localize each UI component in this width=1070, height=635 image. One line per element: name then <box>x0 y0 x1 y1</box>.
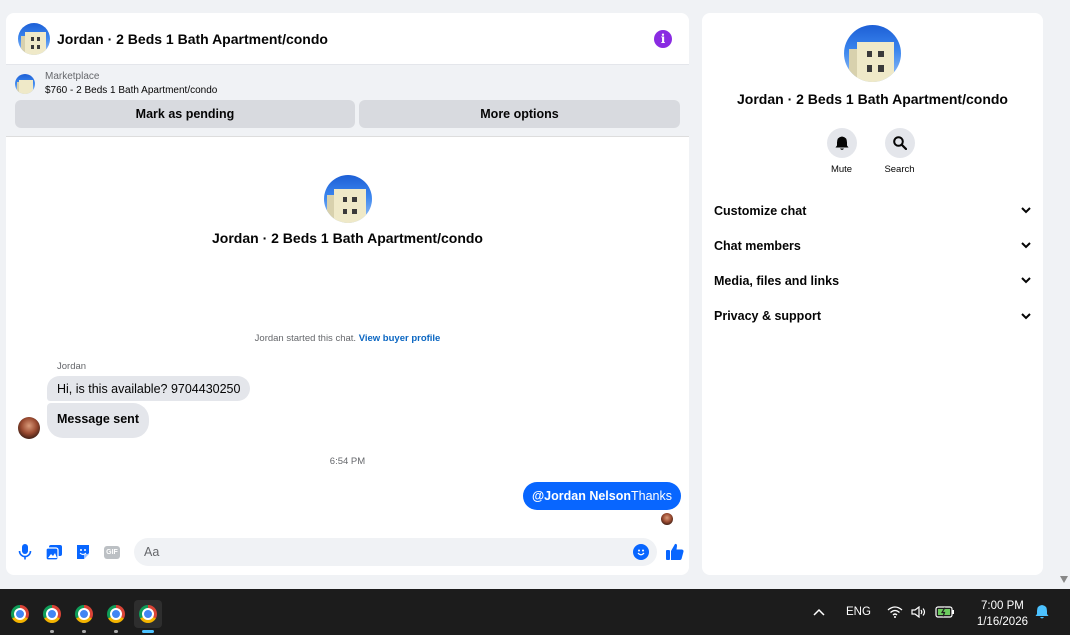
thumbs-up-icon[interactable] <box>665 542 685 562</box>
details-sections: Customize chat Chat members Media, files… <box>714 193 1031 334</box>
chat-title[interactable]: Jordan · 2 Beds 1 Bath Apartment/condo <box>57 31 654 47</box>
chat-started-text: Jordan started this chat. <box>254 333 357 344</box>
outgoing-message-text: Thanks <box>631 489 672 503</box>
search-button[interactable]: Search <box>884 128 915 175</box>
chevron-down-icon <box>1021 207 1031 214</box>
chat-header: Jordan · 2 Beds 1 Bath Apartment/condo i <box>6 13 689 65</box>
section-media-files-links[interactable]: Media, files and links <box>714 263 1031 298</box>
taskbar-chrome-app[interactable] <box>38 600 66 633</box>
listing-title[interactable]: $760 - 2 Beds 1 Bath Apartment/condo <box>45 85 217 96</box>
volume-icon[interactable] <box>911 589 927 635</box>
sticker-icon[interactable] <box>74 543 92 561</box>
scroll-down-arrow-icon[interactable] <box>1060 576 1068 583</box>
chat-started-notice: Jordan started this chat. View buyer pro… <box>6 333 689 344</box>
message-thread: Jordan · 2 Beds 1 Bath Apartment/condo J… <box>6 143 689 535</box>
info-icon[interactable]: i <box>654 29 672 48</box>
chevron-down-icon <box>1021 242 1031 249</box>
marketplace-label: Marketplace <box>45 71 100 82</box>
taskbar: ENG 7:00 PM 1/16/2026 <box>0 589 1070 635</box>
section-label: Media, files and links <box>714 273 840 288</box>
wifi-icon[interactable] <box>887 589 903 635</box>
mark-as-pending-button[interactable]: Mark as pending <box>15 100 355 128</box>
details-name: Jordan · 2 Beds 1 Bath Apartment/condo <box>737 91 1008 107</box>
bell-icon <box>826 128 857 158</box>
microphone-icon[interactable] <box>16 543 34 561</box>
message-input-wrapper <box>134 538 657 566</box>
clock-date: 1/16/2026 <box>976 616 1028 628</box>
chrome-icon <box>75 605 93 623</box>
outgoing-message[interactable]: @Jordan Nelson Thanks <box>522 482 681 510</box>
taskbar-chrome-app[interactable] <box>70 600 98 633</box>
chat-panel: Jordan · 2 Beds 1 Bath Apartment/condo i… <box>6 13 689 575</box>
system-clock[interactable]: 7:00 PM 1/16/2026 <box>977 598 1028 630</box>
view-buyer-profile-link[interactable]: View buyer profile <box>359 333 441 344</box>
thread-avatar[interactable] <box>323 175 372 223</box>
search-icon <box>884 128 915 158</box>
notification-bell-icon[interactable] <box>1035 589 1049 635</box>
photo-icon[interactable] <box>45 543 63 561</box>
chrome-icon <box>139 605 157 623</box>
message-timestamp: 6:54 PM <box>329 456 366 467</box>
battery-charging-icon[interactable] <box>935 589 955 635</box>
section-privacy-support[interactable]: Privacy & support <box>714 298 1031 334</box>
seen-indicator-avatar <box>661 513 673 525</box>
details-avatar[interactable] <box>844 25 901 82</box>
taskbar-chrome-app[interactable] <box>102 600 130 633</box>
clock-time: 7:00 PM <box>981 600 1024 612</box>
chevron-down-icon <box>1021 277 1031 284</box>
search-label: Search <box>884 164 915 175</box>
mute-label: Mute <box>830 164 853 175</box>
section-chat-members[interactable]: Chat members <box>714 228 1031 263</box>
mention[interactable]: @Jordan Nelson <box>532 489 631 503</box>
more-options-button[interactable]: More options <box>359 100 680 128</box>
chrome-icon <box>107 605 125 623</box>
mute-button[interactable]: Mute <box>826 128 857 175</box>
incoming-message[interactable]: Hi, is this available? 9704430250 <box>47 376 251 401</box>
taskbar-chrome-app[interactable] <box>6 600 34 628</box>
section-label: Privacy & support <box>714 309 821 323</box>
gif-icon[interactable]: GIF <box>103 543 121 561</box>
show-hidden-icons-chevron-up-icon[interactable] <box>813 589 825 635</box>
section-customize-chat[interactable]: Customize chat <box>714 193 1031 228</box>
chevron-down-icon <box>1021 312 1031 319</box>
chat-avatar[interactable] <box>18 22 50 55</box>
sender-avatar[interactable] <box>18 417 40 439</box>
incoming-message[interactable]: Message sent <box>47 403 149 438</box>
marketplace-banner: Marketplace $760 - 2 Beds 1 Bath Apartme… <box>6 65 689 137</box>
listing-thumbnail[interactable] <box>15 73 35 94</box>
message-composer: GIF <box>6 537 689 567</box>
chat-details-panel: Jordan · 2 Beds 1 Bath Apartment/condo M… <box>702 13 1043 575</box>
section-label: Chat members <box>714 238 801 253</box>
chrome-icon <box>11 605 29 623</box>
section-label: Customize chat <box>714 203 807 218</box>
emoji-icon[interactable] <box>633 544 649 560</box>
language-indicator[interactable]: ENG <box>846 589 871 635</box>
thread-profile-name: Jordan · 2 Beds 1 Bath Apartment/condo <box>212 230 483 246</box>
sender-name: Jordan <box>57 361 87 372</box>
chrome-icon <box>43 605 61 623</box>
message-input[interactable] <box>144 545 633 559</box>
thread-profile: Jordan · 2 Beds 1 Bath Apartment/condo <box>6 175 689 246</box>
taskbar-chrome-app-active[interactable] <box>134 600 162 633</box>
